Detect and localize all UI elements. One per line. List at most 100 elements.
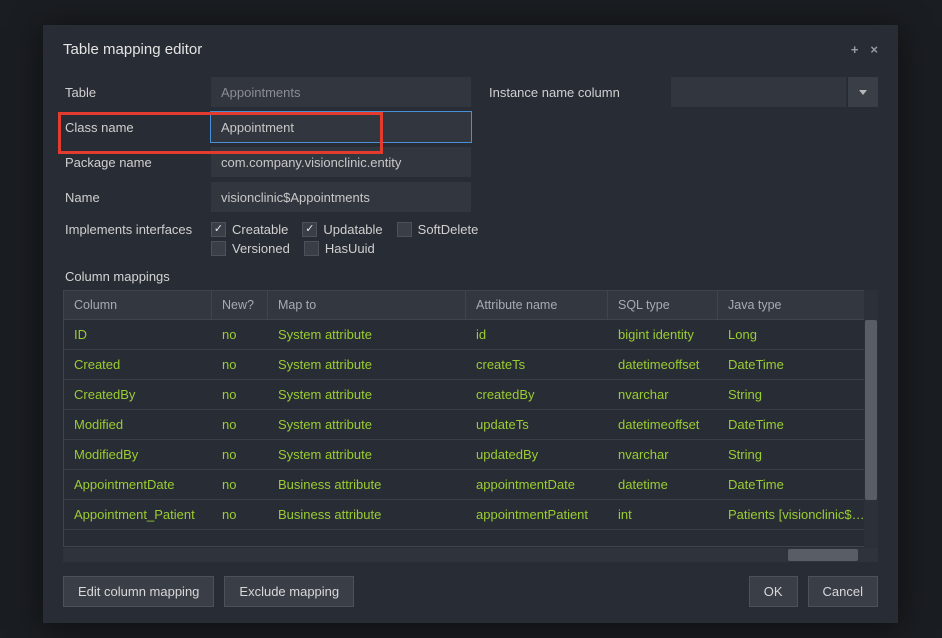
header-mapto[interactable]: Map to [268, 291, 466, 320]
cell-sql: datetimeoffset [608, 350, 718, 380]
cell-java: String [718, 380, 878, 410]
cell-sql: nvarchar [608, 380, 718, 410]
cell-java: DateTime [718, 410, 878, 440]
cell-new: no [212, 440, 268, 470]
cell-col: Created [64, 350, 212, 380]
cancel-button[interactable]: Cancel [808, 576, 878, 607]
cell-attr: createdBy [466, 380, 608, 410]
cell-java: DateTime [718, 470, 878, 500]
checkbox-label-creatable: Creatable [232, 222, 288, 237]
modal-header: Table mapping editor + × [43, 25, 898, 72]
cell-new: no [212, 500, 268, 530]
cell-map: System attribute [268, 320, 466, 350]
cell-col: Modified [64, 410, 212, 440]
row-table: Table Instance name column [63, 76, 878, 108]
checkbox-softdelete[interactable]: SoftDelete [397, 222, 479, 237]
cell-attr: updateTs [466, 410, 608, 440]
cell-col: ID [64, 320, 212, 350]
checkbox-label-updatable: Updatable [323, 222, 382, 237]
cell-attr: id [466, 320, 608, 350]
grid-body-scroll[interactable]: IDnoSystem attributeidbigint identityLon… [63, 320, 878, 547]
instance-dropdown-button[interactable] [848, 77, 878, 107]
checkbox-label-hasuuid: HasUuid [325, 241, 375, 256]
cell-sql: datetime [608, 470, 718, 500]
modal-body: Table Instance name column Class name Pa… [43, 72, 898, 562]
modal-table-mapping-editor: Table mapping editor + × Table Instance … [43, 25, 898, 623]
cell-map: Business attribute [268, 470, 466, 500]
header-sqltype[interactable]: SQL type [608, 291, 718, 320]
modal-footer: Edit column mapping Exclude mapping OK C… [43, 562, 898, 623]
cell-attr: createTs [466, 350, 608, 380]
cell-new: no [212, 470, 268, 500]
vertical-scrollbar-track[interactable] [864, 290, 878, 548]
checkbox-label-softdelete: SoftDelete [418, 222, 479, 237]
cell-new: no [212, 410, 268, 440]
horizontal-scrollbar-thumb[interactable] [788, 549, 858, 561]
row-package-name: Package name [63, 146, 878, 178]
table-row[interactable]: ModifiednoSystem attributeupdateTsdateti… [64, 410, 878, 440]
select-instance-name-column[interactable] [671, 77, 846, 107]
label-instance-name-column: Instance name column [489, 85, 671, 100]
row-class-name: Class name [63, 111, 878, 143]
cell-map: System attribute [268, 410, 466, 440]
input-package-name[interactable] [211, 147, 471, 177]
table-row[interactable]: IDnoSystem attributeidbigint identityLon… [64, 320, 878, 350]
cell-col: CreatedBy [64, 380, 212, 410]
label-implements: Implements interfaces [63, 220, 211, 237]
header-javatype[interactable]: Java type [718, 291, 878, 320]
edit-column-mapping-button[interactable]: Edit column mapping [63, 576, 214, 607]
cell-map: System attribute [268, 440, 466, 470]
label-class-name: Class name [63, 120, 211, 135]
checkbox-versioned[interactable]: Versioned [211, 241, 290, 256]
input-name[interactable] [211, 182, 471, 212]
cell-sql: datetimeoffset [608, 410, 718, 440]
exclude-mapping-button[interactable]: Exclude mapping [224, 576, 354, 607]
header-column[interactable]: Column [64, 291, 212, 320]
cell-col: AppointmentDate [64, 470, 212, 500]
chevron-down-icon [859, 90, 867, 95]
checkbox-updatable[interactable]: ✓Updatable [302, 222, 382, 237]
cell-new: no [212, 350, 268, 380]
horizontal-scrollbar-track[interactable] [63, 548, 878, 562]
cell-col: Appointment_Patient [64, 500, 212, 530]
cell-java: DateTime [718, 350, 878, 380]
checkbox-creatable[interactable]: ✓Creatable [211, 222, 288, 237]
add-icon[interactable]: + [851, 42, 859, 57]
table-row[interactable]: CreatedBynoSystem attributecreatedBynvar… [64, 380, 878, 410]
column-mappings-grid: Column New? Map to Attribute name SQL ty… [63, 290, 878, 562]
label-table: Table [63, 85, 211, 100]
table-row[interactable]: ModifiedBynoSystem attributeupdatedBynva… [64, 440, 878, 470]
table-row[interactable]: Appointment_PatientnoBusiness attributea… [64, 500, 878, 530]
cell-new: no [212, 320, 268, 350]
ok-button[interactable]: OK [749, 576, 798, 607]
cell-map: Business attribute [268, 500, 466, 530]
cell-sql: bigint identity [608, 320, 718, 350]
cell-map: System attribute [268, 350, 466, 380]
table-row[interactable]: CreatednoSystem attributecreateTsdatetim… [64, 350, 878, 380]
cell-attr: appointmentDate [466, 470, 608, 500]
header-attribute[interactable]: Attribute name [466, 291, 608, 320]
table-row[interactable]: AppointmentDatenoBusiness attributeappoi… [64, 470, 878, 500]
label-name: Name [63, 190, 211, 205]
header-new[interactable]: New? [212, 291, 268, 320]
background-hint [220, 0, 902, 18]
input-table[interactable] [211, 77, 471, 107]
section-column-mappings: Column mappings [65, 269, 878, 284]
cell-sql: nvarchar [608, 440, 718, 470]
cell-java: String [718, 440, 878, 470]
vertical-scrollbar-thumb[interactable] [865, 320, 877, 500]
row-name: Name [63, 181, 878, 213]
checkbox-hasuuid[interactable]: HasUuid [304, 241, 375, 256]
cell-sql: int [608, 500, 718, 530]
input-class-name[interactable] [211, 112, 471, 142]
row-implements: Implements interfaces ✓Creatable ✓Updata… [63, 216, 878, 258]
implements-checkbox-group: ✓Creatable ✓Updatable SoftDelete Version… [211, 220, 492, 258]
grid-body: IDnoSystem attributeidbigint identityLon… [64, 320, 878, 530]
cell-map: System attribute [268, 380, 466, 410]
close-icon[interactable]: × [870, 42, 878, 57]
cell-col: ModifiedBy [64, 440, 212, 470]
cell-new: no [212, 380, 268, 410]
label-package-name: Package name [63, 155, 211, 170]
cell-attr: updatedBy [466, 440, 608, 470]
cell-java: Long [718, 320, 878, 350]
